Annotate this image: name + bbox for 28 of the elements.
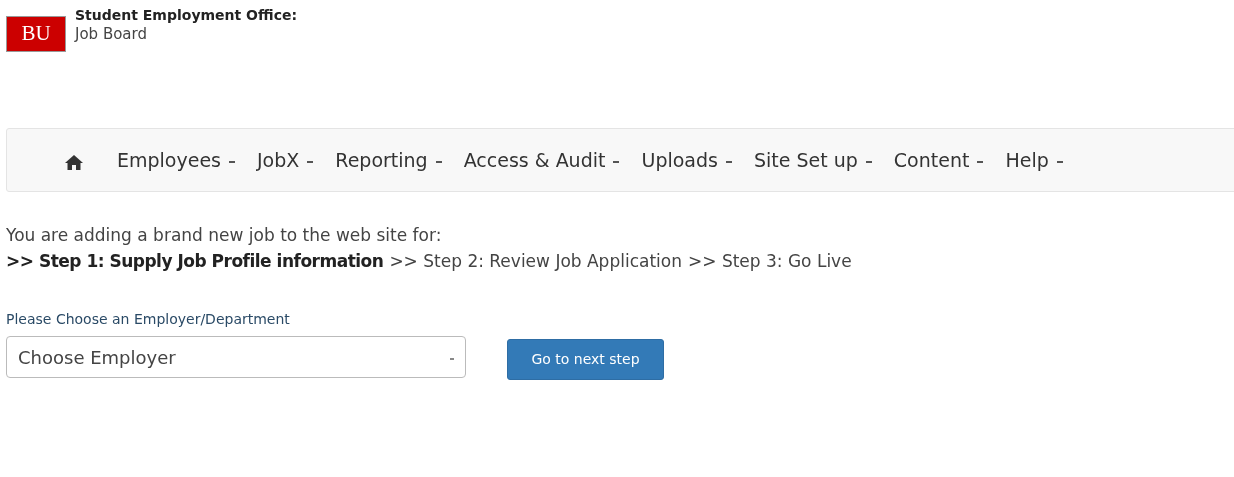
caret-icon — [435, 160, 442, 163]
nav-menu-item[interactable]: Help — [1005, 145, 1063, 175]
home-icon[interactable] — [65, 154, 83, 170]
nav-menu-item[interactable]: Employees — [117, 145, 235, 175]
caret-icon — [450, 358, 454, 360]
logo: BU — [6, 16, 66, 52]
site-title: Student Employment Office: — [75, 6, 298, 25]
nav-menu-item[interactable]: Content — [893, 145, 984, 175]
nav-menu-item[interactable]: JobX — [257, 145, 314, 175]
employer-select[interactable]: Choose Employer — [6, 336, 466, 378]
caret-icon — [1056, 160, 1063, 163]
site-subtitle: Job Board — [75, 25, 148, 44]
nav-menu-item[interactable]: Access & Audit — [463, 145, 620, 175]
wizard-step: >> Step 2: Review Job Application — [389, 248, 682, 274]
intro-text: You are adding a brand new job to the web site for: — [6, 224, 443, 247]
field-label: Please Choose an Employer/Department — [6, 310, 291, 328]
nav-menu-item[interactable]: Reporting — [335, 145, 442, 175]
nav-menu-item[interactable]: Site Set up — [753, 145, 872, 175]
caret-icon — [725, 160, 732, 163]
wizard-step: >> Step 3: Go Live — [688, 248, 852, 274]
caret-icon — [613, 160, 620, 163]
nav-menu-item[interactable]: Uploads — [641, 145, 732, 175]
caret-icon — [865, 160, 872, 163]
caret-icon — [977, 160, 984, 163]
next-step-button[interactable]: Go to next step — [507, 339, 664, 380]
caret-icon — [229, 160, 235, 163]
caret-icon — [307, 160, 314, 163]
wizard-step: >> Step 1: Supply Job Profile information — [6, 248, 384, 274]
